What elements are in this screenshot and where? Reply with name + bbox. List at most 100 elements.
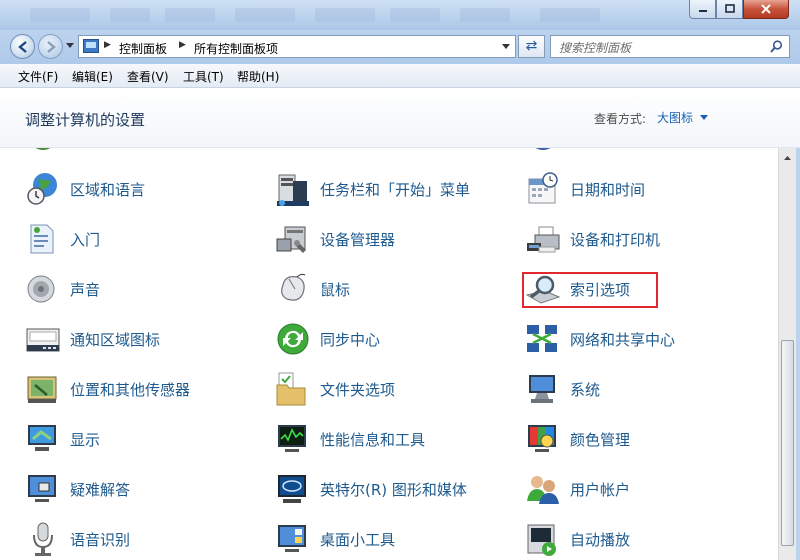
page-header: 调整计算机的设置 查看方式: 大图标 (0, 88, 800, 148)
window-border (796, 148, 800, 560)
item-label: 通知区域图标 (70, 331, 161, 349)
item-taskbar-start-menu[interactable]: 任务栏和「开始」菜单 (275, 169, 515, 209)
item-label: 区域和语言 (70, 181, 146, 199)
folder-icon (276, 372, 306, 406)
maximize-button[interactable] (716, 0, 743, 19)
item-mouse[interactable]: 鼠标 (275, 269, 515, 309)
close-icon (761, 4, 771, 14)
breadcrumb-separator-icon[interactable]: ▶ (179, 40, 186, 50)
item-troubleshooting[interactable]: 疑难解答 (25, 469, 265, 509)
breadcrumb-control-panel[interactable]: 控制面板 (119, 40, 167, 57)
background-ghost (390, 8, 440, 22)
item-notification-icons[interactable]: 通知区域图标 (25, 319, 265, 359)
item-label: 日期和时间 (570, 181, 646, 199)
display-icon (28, 425, 56, 451)
item-color-management[interactable]: 颜色管理 (525, 419, 765, 459)
background-ghost (315, 8, 375, 22)
item-label: 系统 (570, 381, 601, 399)
taskbar-icon (277, 174, 309, 206)
item-label: 英特尔(R) 图形和媒体 (320, 481, 467, 499)
item-label: 性能信息和工具 (320, 431, 426, 449)
breadcrumb-separator-icon[interactable]: ▶ (104, 40, 111, 50)
gadgets-icon (278, 525, 306, 552)
search-box[interactable] (550, 35, 790, 58)
speaker-icon (27, 275, 55, 303)
scroll-up-icon (784, 156, 791, 160)
item-intel-graphics[interactable]: 英特尔(R) 图形和媒体 (275, 469, 515, 509)
back-arrow-icon (18, 41, 27, 53)
vertical-scrollbar[interactable] (778, 148, 796, 560)
item-date-time[interactable]: 日期和时间 (525, 169, 765, 209)
item-devices-printers[interactable]: 设备和打印机 (525, 219, 765, 259)
menu-view[interactable]: 查看(V) (127, 68, 169, 85)
recent-pages-dropdown[interactable] (66, 43, 74, 48)
item-system[interactable]: 系统 (525, 369, 765, 409)
item-desktop-gadgets[interactable]: 桌面小工具 (275, 519, 515, 559)
refresh-icon: ⇄ (525, 38, 538, 54)
microphone-icon (33, 522, 53, 556)
title-bar[interactable] (0, 0, 800, 30)
breadcrumb-all-items[interactable]: 所有控制面板项 (194, 40, 278, 57)
item-label: 网络和共享中心 (570, 331, 676, 349)
item-autoplay[interactable]: 自动播放 (525, 519, 765, 559)
item-label: 疑难解答 (70, 481, 131, 499)
address-bar[interactable]: ▶ 控制面板 ▶ 所有控制面板项 (78, 35, 516, 58)
menu-bar: 文件(F) 编辑(E) 查看(V) 工具(T) 帮助(H) (0, 64, 800, 88)
item-label: 任务栏和「开始」菜单 (320, 181, 471, 199)
search-icon[interactable] (770, 40, 783, 53)
intel-graphics-icon (278, 475, 306, 503)
view-by-dropdown[interactable]: 大图标 (657, 109, 693, 126)
background-ghost (30, 8, 90, 22)
item-label: 位置和其他传感器 (70, 381, 191, 399)
item-label: 声音 (70, 281, 101, 299)
address-dropdown-icon[interactable] (502, 44, 510, 49)
item-label: 鼠标 (320, 281, 351, 299)
performance-icon (278, 425, 306, 452)
partial-item-icon (535, 148, 551, 150)
item-sound[interactable]: 声音 (25, 269, 265, 309)
background-ghost (460, 8, 510, 22)
item-getting-started[interactable]: 入门 (25, 219, 265, 259)
item-sync-center[interactable]: 同步中心 (275, 319, 515, 359)
calendar-clock-icon (528, 172, 558, 204)
item-display[interactable]: 显示 (25, 419, 265, 459)
item-label: 自动播放 (570, 531, 631, 549)
system-icon (529, 375, 555, 403)
item-network-sharing[interactable]: 网络和共享中心 (525, 319, 765, 359)
address-toolbar: ▶ 控制面板 ▶ 所有控制面板项 ⇄ (0, 30, 800, 64)
scrollbar-thumb[interactable] (781, 340, 794, 546)
close-button[interactable] (743, 0, 789, 19)
item-label: 桌面小工具 (320, 531, 396, 549)
search-input[interactable] (557, 37, 761, 58)
item-speech-recognition[interactable]: 语音识别 (25, 519, 265, 559)
item-region-language[interactable]: 区域和语言 (25, 169, 265, 209)
item-label: 用户帐户 (570, 481, 631, 499)
menu-help[interactable]: 帮助(H) (237, 68, 279, 85)
back-button[interactable] (10, 34, 35, 59)
item-performance[interactable]: 性能信息和工具 (275, 419, 515, 459)
highlight-box (522, 272, 658, 308)
minimize-button[interactable] (689, 0, 716, 19)
refresh-button[interactable]: ⇄ (518, 35, 545, 58)
chevron-down-icon[interactable] (700, 115, 708, 120)
user-accounts-icon (527, 476, 559, 504)
menu-file[interactable]: 文件(F) (18, 68, 58, 85)
menu-tools[interactable]: 工具(T) (183, 68, 224, 85)
item-location-sensors[interactable]: 位置和其他传感器 (25, 369, 265, 409)
control-panel-items: 区域和语言 任务栏和「开始」菜单 日期和时间 入门 设备管理器 设备和打印机 声… (0, 148, 778, 560)
item-folder-options[interactable]: 文件夹选项 (275, 369, 515, 409)
document-icon (30, 224, 54, 254)
color-management-icon (528, 425, 556, 452)
item-device-manager[interactable]: 设备管理器 (275, 219, 515, 259)
forward-button[interactable] (38, 34, 63, 59)
background-ghost (540, 8, 600, 22)
globe-clock-icon (27, 173, 57, 205)
item-label: 显示 (70, 431, 101, 449)
menu-edit[interactable]: 编辑(E) (72, 68, 113, 85)
scroll-up-button[interactable] (780, 150, 795, 166)
background-ghost (235, 8, 295, 22)
background-ghost (110, 8, 150, 22)
forward-arrow-icon (47, 41, 56, 53)
item-user-accounts[interactable]: 用户帐户 (525, 469, 765, 509)
notification-tray-icon (26, 328, 60, 352)
